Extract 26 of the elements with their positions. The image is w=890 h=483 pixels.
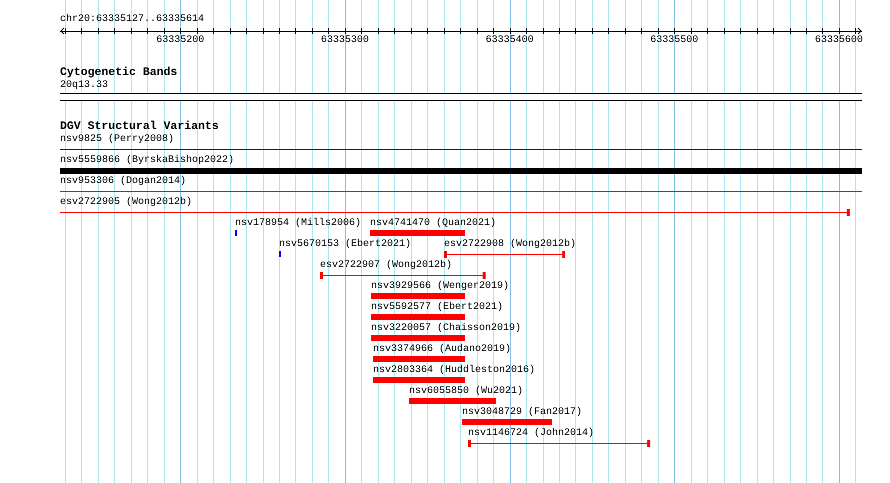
- ruler-tick-label: 63335200: [156, 35, 204, 47]
- variant-label: nsv4741470 (Quan2021): [370, 218, 496, 230]
- variant-label: nsv2803364 (Huddleston2016): [373, 365, 536, 377]
- variant-label: nsv5670153 (Ebert2021): [279, 239, 412, 251]
- variant-label: nsv3048729 (Fan2017): [462, 407, 582, 419]
- ruler-tick-label: 63335400: [486, 35, 534, 47]
- variant-label: nsv6055850 (Wu2021): [409, 386, 524, 398]
- variant-label: nsv5592577 (Ebert2021): [371, 302, 504, 314]
- range-label: chr20:63335127..63335614: [60, 14, 204, 26]
- variant-label: nsv3374966 (Audano2019): [373, 344, 512, 356]
- ruler-tick-label: 63335300: [320, 35, 369, 47]
- variant-label: nsv178954 (Mills2006): [235, 218, 362, 230]
- variant-label: nsv3929566 (Wenger2019): [371, 281, 510, 293]
- band-label: 20q13.33: [60, 80, 108, 92]
- variant-label: nsv9825 (Perry2008): [60, 134, 174, 146]
- track-title: DGV Structural Variants: [60, 120, 219, 134]
- track-title: Cytogenetic Bands: [60, 66, 178, 80]
- variant-label: esv2722908 (Wong2012b): [444, 239, 576, 251]
- variant-label: esv2722907 (Wong2012b): [320, 260, 452, 272]
- ruler-tick-label: 63335500: [650, 35, 698, 47]
- variant-label: esv2722905 (Wong2012b): [60, 197, 192, 209]
- variant-label: nsv953306 (Dogan2014): [60, 176, 186, 188]
- ruler-tick-label: 63335600: [814, 35, 863, 47]
- variant-label: nsv1146724 (John2014): [468, 428, 594, 440]
- variant-label: nsv5559866 (ByrskaBishop2022): [60, 155, 234, 167]
- variant-label: nsv3220057 (Chaisson2019): [371, 323, 522, 335]
